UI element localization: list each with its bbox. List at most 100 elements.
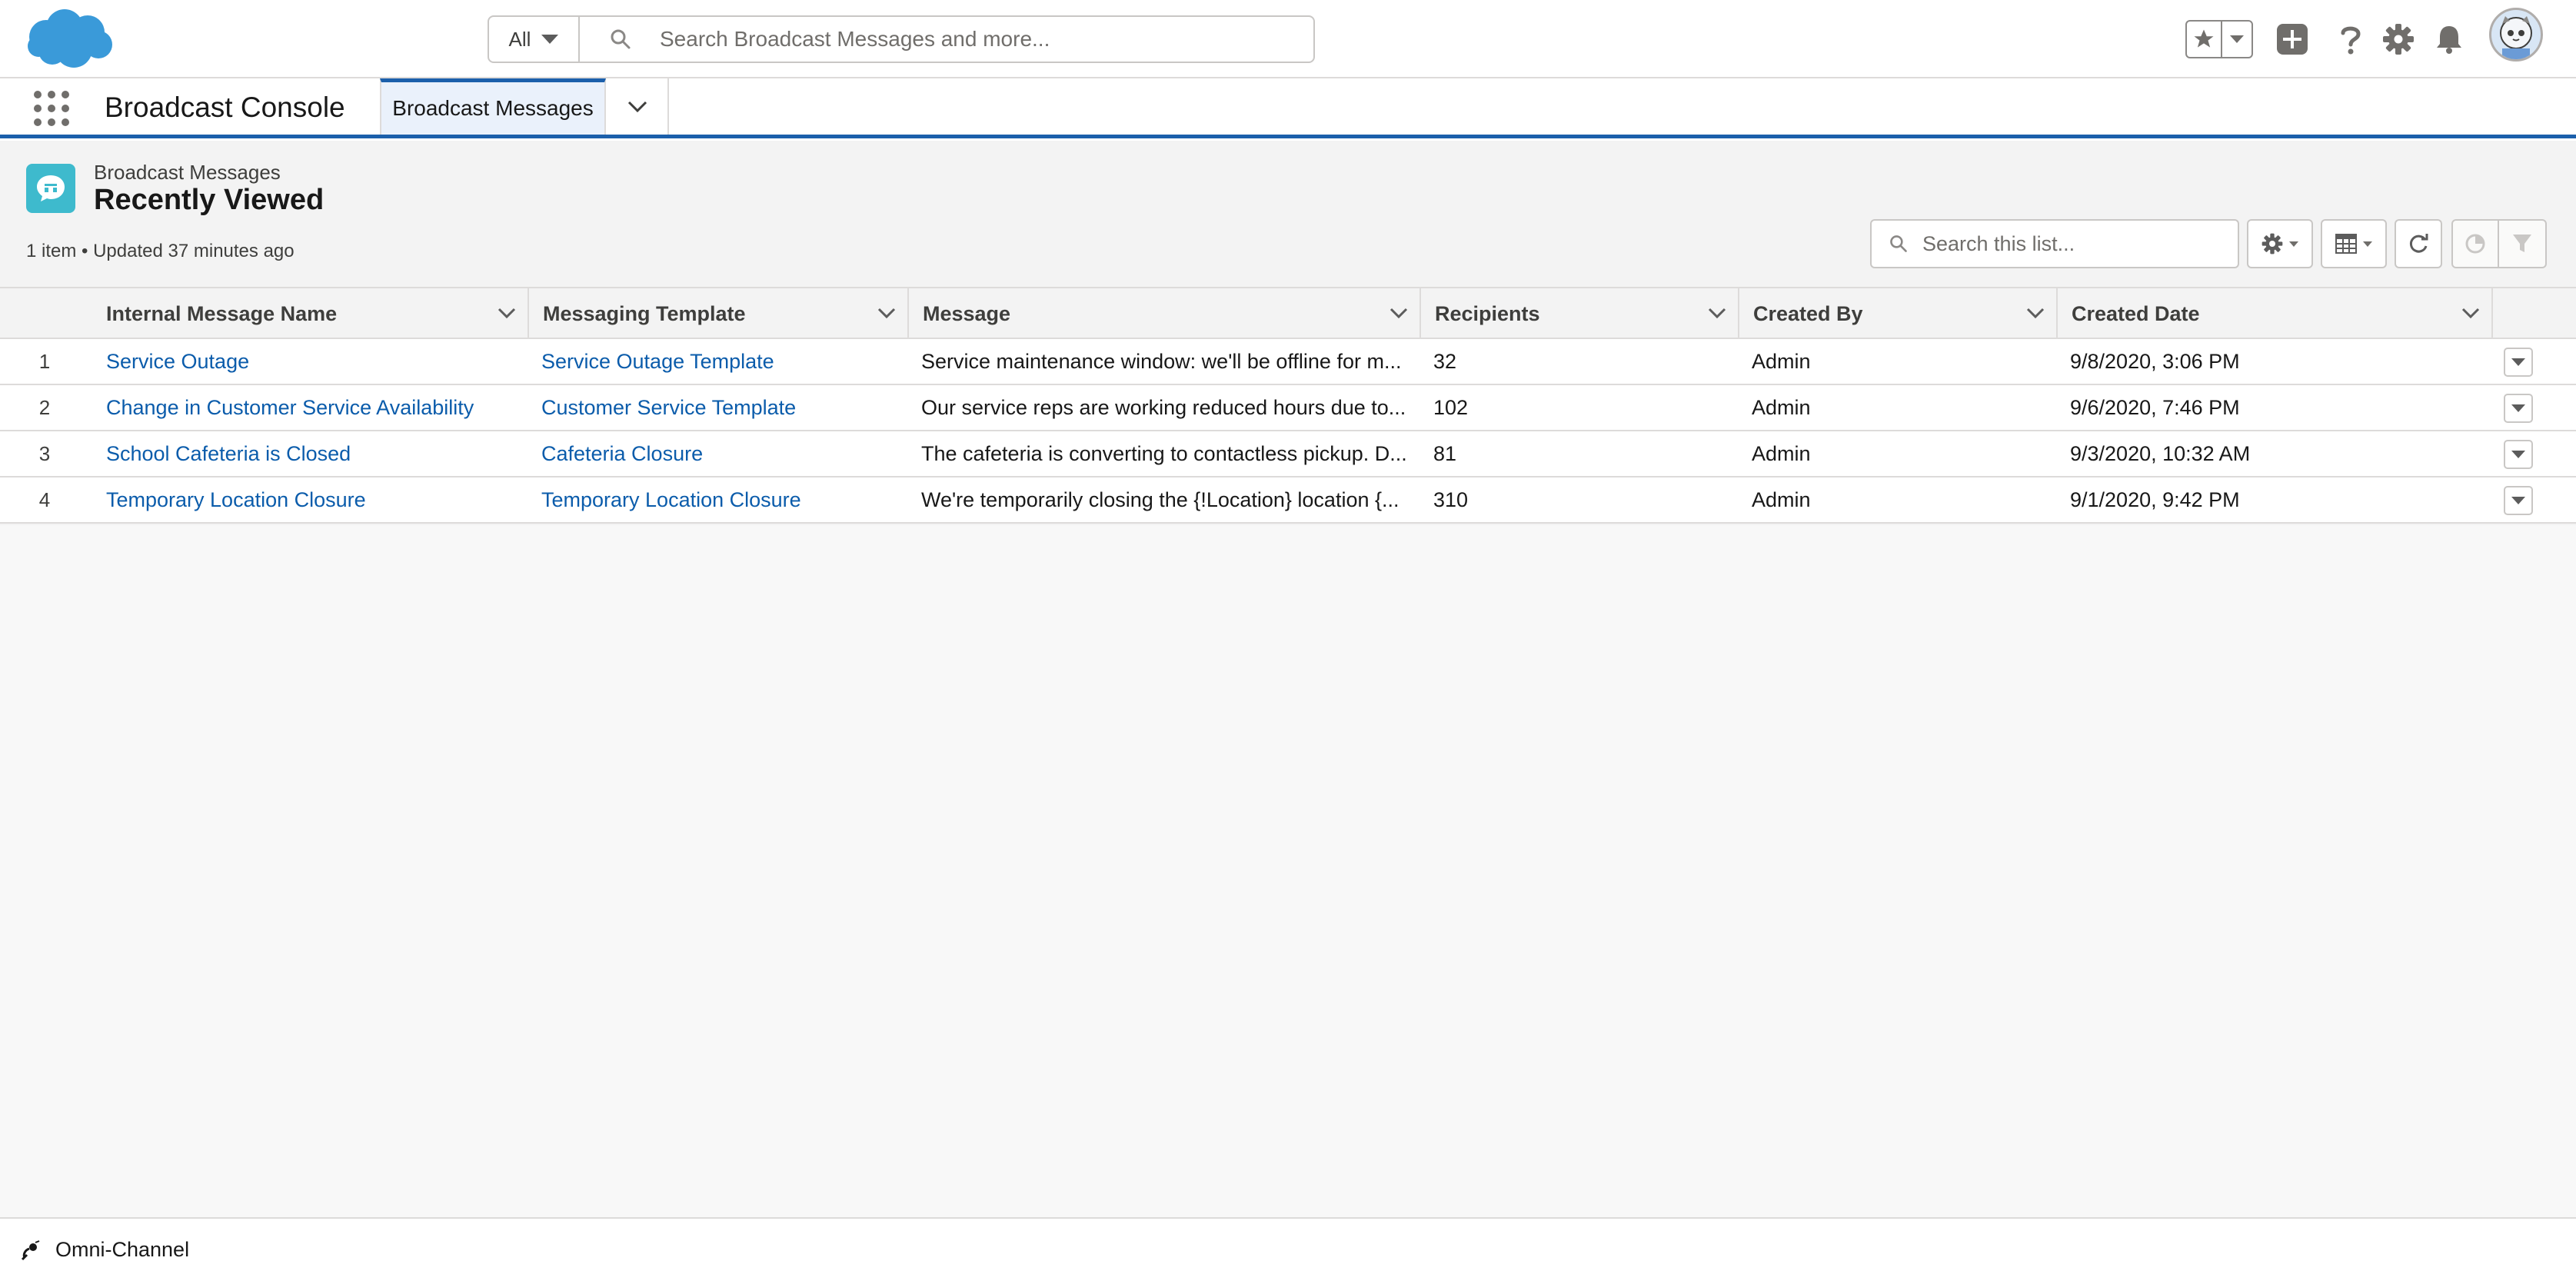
filter-icon[interactable] [2499,221,2545,267]
setup-gear-icon[interactable] [2381,22,2416,57]
chevron-down-icon[interactable] [2461,305,2481,321]
chevron-down-icon[interactable] [2025,305,2045,321]
column-header-internal-message-name[interactable]: Internal Message Name [92,288,528,339]
cell-created-date: 9/1/2020, 9:42 PM [2070,487,2240,511]
search-scope-dropdown[interactable]: All [489,17,580,62]
row-number: 1 [38,349,51,373]
cell-created-date: 9/3/2020, 10:32 AM [2070,441,2251,465]
cell-internal-message-name: Change in Customer Service Availability [92,385,528,430]
cell-messaging-template: Cafeteria Closure [528,431,907,476]
omni-channel-utility[interactable]: Omni-Channel [20,1219,189,1281]
search-input[interactable] [660,27,1275,52]
column-header-created-date[interactable]: Created Date [2056,288,2491,339]
refresh-button[interactable] [2395,219,2442,268]
record-link[interactable]: School Cafeteria is Closed [106,442,351,466]
table-row: 3 School Cafeteria is Closed Cafeteria C… [0,431,2576,477]
notifications-bell-icon[interactable] [2431,22,2467,57]
records-table: Internal Message Name Messaging Template… [0,287,2576,524]
search-icon [611,29,631,49]
add-icon[interactable] [2275,22,2310,57]
row-number: 4 [38,487,51,511]
display-as-table-button[interactable] [2321,219,2387,268]
search-icon [1890,235,1907,252]
row-number: 2 [38,395,51,419]
tab-broadcast-messages[interactable]: Broadcast Messages [380,78,606,135]
record-link[interactable]: Service Outage [106,350,249,374]
row-actions-dropdown[interactable] [2504,440,2533,469]
row-actions-dropdown[interactable] [2504,394,2533,423]
nav-more-button[interactable] [607,78,669,135]
row-number: 3 [38,441,51,465]
favorites-button[interactable] [2185,20,2253,58]
chevron-down-icon [2511,404,2525,412]
cell-message: Our service reps are working reduced hou… [921,395,1406,419]
search-scope-label: All [508,27,531,51]
list-search-input[interactable] [1922,231,2230,256]
cell-message: The cafeteria is converting to contactle… [921,441,1407,465]
favorites-star-icon[interactable] [2187,22,2222,57]
app-name: Broadcast Console [105,92,345,123]
help-icon[interactable] [2333,22,2368,57]
template-link[interactable]: Temporary Location Closure [541,488,801,512]
cell-created-date: 9/6/2020, 7:46 PM [2070,395,2240,419]
table-row: 2 Change in Customer Service Availabilit… [0,385,2576,431]
user-avatar[interactable] [2489,8,2543,62]
column-header-label: Created By [1753,301,1863,325]
object-label: Broadcast Messages [94,161,281,184]
omni-channel-icon [21,1239,40,1260]
column-header-label: Messaging Template [543,301,746,325]
cell-recipients: 81 [1433,441,1457,465]
cell-internal-message-name: Temporary Location Closure [92,477,528,522]
app-launcher-icon[interactable] [34,91,69,126]
gear-icon [2261,233,2283,255]
template-link[interactable]: Service Outage Template [541,350,774,374]
column-header-recipients[interactable]: Recipients [1419,288,1738,339]
chart-filter-button-group [2451,219,2547,268]
record-link[interactable]: Temporary Location Closure [106,488,366,512]
list-view-header: Broadcast Messages Recently Viewed 1 ite… [0,141,2576,287]
tab-label: Broadcast Messages [392,96,594,120]
cell-created-by: Admin [1752,395,1811,419]
cell-created-by: Admin [1752,441,1811,465]
chart-icon[interactable] [2453,221,2499,267]
row-actions-dropdown[interactable] [2504,348,2533,377]
chevron-down-icon [2363,241,2372,247]
template-link[interactable]: Customer Service Template [541,396,796,420]
record-link[interactable]: Change in Customer Service Availability [106,396,474,420]
chevron-down-icon[interactable] [497,305,517,321]
table-header-row: Internal Message Name Messaging Template… [0,287,2576,339]
chevron-down-icon[interactable] [877,305,897,321]
salesforce-cloud-logo[interactable] [23,6,115,71]
omni-channel-label: Omni-Channel [55,1238,190,1261]
favorites-dropdown-icon[interactable] [2222,22,2252,57]
cell-internal-message-name: Service Outage [92,339,528,384]
utility-bar: Omni-Channel [0,1217,2576,1281]
chevron-down-icon [541,35,559,44]
cell-message: We're temporarily closing the {!Location… [921,487,1399,511]
chevron-down-icon[interactable] [1707,305,1727,321]
cell-messaging-template: Customer Service Template [528,385,907,430]
chevron-down-icon [627,101,647,112]
refresh-icon [2409,234,2428,253]
chevron-down-icon [2511,497,2525,504]
cell-recipients: 102 [1433,395,1469,419]
column-header-label: Internal Message Name [106,301,338,325]
cell-internal-message-name: School Cafeteria is Closed [92,431,528,476]
column-header-message[interactable]: Message [907,288,1419,339]
column-header-created-by[interactable]: Created By [1738,288,2056,339]
column-header-label: Recipients [1435,301,1540,325]
template-link[interactable]: Cafeteria Closure [541,442,703,466]
list-view-meta: 1 item • Updated 37 minutes ago [26,241,295,261]
column-header-messaging-template[interactable]: Messaging Template [528,288,907,339]
list-view-title[interactable]: Recently Viewed [94,184,324,217]
chevron-down-icon[interactable] [1389,305,1409,321]
column-header-label: Message [923,301,1011,325]
chevron-down-icon [2511,451,2525,458]
cell-recipients: 32 [1433,349,1457,373]
table-row: 4 Temporary Location Closure Temporary L… [0,477,2576,524]
list-view-controls-button[interactable] [2247,219,2313,268]
navigation-bar: Broadcast Console Broadcast Messages [0,78,2576,138]
global-search: All [488,15,1315,63]
row-actions-dropdown[interactable] [2504,486,2533,515]
column-header-label: Created Date [2072,301,2200,325]
